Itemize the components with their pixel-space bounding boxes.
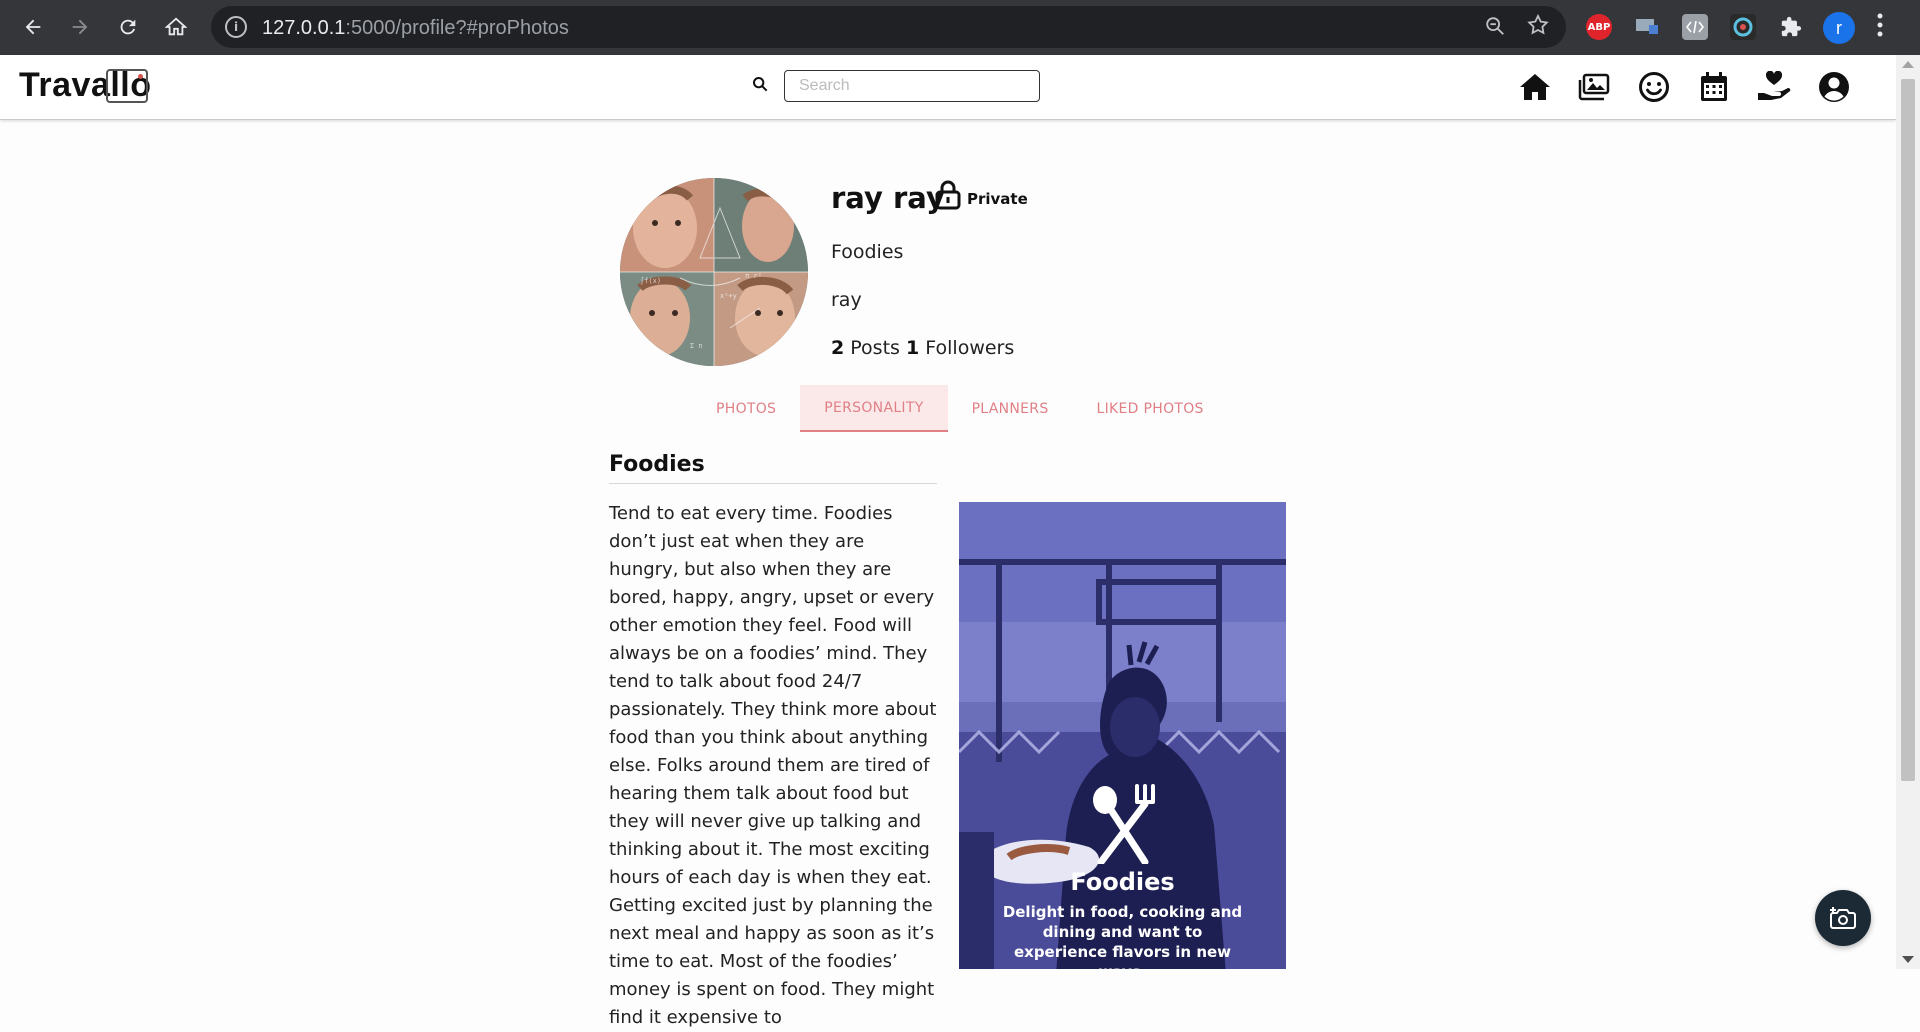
- fork-spoon-icon: [1093, 784, 1155, 864]
- url-text[interactable]: 127.0.0.1:5000/profile?#proPhotos: [262, 17, 569, 40]
- tab-liked-photos[interactable]: LIKED PHOTOS: [1073, 385, 1228, 432]
- privacy-indicator: Private: [935, 180, 1028, 210]
- browser-home-icon: [165, 17, 187, 36]
- site-info-icon[interactable]: i: [225, 16, 247, 38]
- extensions-puzzle-icon[interactable]: [1778, 14, 1804, 40]
- bookmark-star-icon[interactable]: [1526, 13, 1550, 43]
- tab-photos[interactable]: PHOTOS: [692, 385, 800, 432]
- scroll-down-icon[interactable]: [1902, 956, 1914, 963]
- color-extension-icon[interactable]: [1730, 14, 1756, 40]
- scroll-up-icon[interactable]: [1902, 61, 1914, 68]
- svg-text:Σ n: Σ n: [690, 342, 703, 350]
- profile-personality: Foodies: [831, 241, 904, 263]
- logo-camera-icon: [106, 69, 148, 103]
- zoom-icon[interactable]: [1484, 15, 1506, 43]
- personality-card-image: Foodies Delight in food, cooking and din…: [959, 502, 1286, 969]
- forward-arrow-icon: [72, 19, 88, 35]
- page-scrollbar[interactable]: [1896, 55, 1920, 969]
- browser-toolbar: i 127.0.0.1:5000/profile?#proPhotos ABP …: [0, 0, 1920, 55]
- profile-username: ray ray: [831, 181, 945, 215]
- screen-extension-icon[interactable]: [1634, 14, 1660, 40]
- personality-title: Foodies: [609, 452, 937, 484]
- home-icon[interactable]: [1518, 70, 1552, 104]
- personality-icon[interactable]: [1637, 70, 1671, 104]
- svg-text:∫f(x): ∫f(x): [640, 276, 661, 285]
- adblock-extension-icon[interactable]: ABP: [1586, 14, 1612, 40]
- browser-menu-icon[interactable]: [1876, 12, 1884, 44]
- svg-text:π r²: π r²: [745, 272, 762, 280]
- profile-bio: ray: [831, 289, 862, 311]
- calendar-icon[interactable]: [1697, 70, 1731, 104]
- tab-planners[interactable]: PLANNERS: [948, 385, 1073, 432]
- privacy-label: Private: [967, 190, 1028, 208]
- back-button[interactable]: [18, 12, 48, 42]
- back-arrow-icon: [25, 19, 41, 35]
- profile-stats: 2 Posts 1 Followers: [831, 337, 1014, 359]
- browser-profile-avatar[interactable]: r: [1823, 12, 1855, 44]
- card-tagline: Delight in food, cooking and dining and …: [1002, 903, 1243, 969]
- account-icon[interactable]: [1817, 70, 1851, 104]
- tab-personality[interactable]: PERSONALITY: [800, 385, 948, 432]
- camera-plus-icon: [1830, 907, 1856, 929]
- followers-count[interactable]: 1: [906, 337, 919, 359]
- donate-hand-icon[interactable]: [1757, 70, 1791, 104]
- personality-description: Tend to eat every time. Foodies don’t ju…: [609, 503, 937, 1028]
- search-input[interactable]: [784, 70, 1040, 102]
- photos-icon[interactable]: [1577, 70, 1611, 104]
- app-header: Travallo: [0, 55, 1896, 120]
- posts-count: 2: [831, 337, 845, 359]
- home-button[interactable]: [161, 12, 191, 42]
- search-icon: [752, 76, 768, 97]
- followers-label[interactable]: Followers: [925, 337, 1014, 359]
- reload-button[interactable]: [113, 12, 143, 42]
- reload-icon: [120, 19, 136, 35]
- lock-icon: [935, 180, 961, 210]
- address-bar[interactable]: i 127.0.0.1:5000/profile?#proPhotos: [211, 6, 1566, 48]
- scrollbar-thumb[interactable]: [1901, 79, 1915, 781]
- forward-button[interactable]: [65, 12, 95, 42]
- profile-tabs: PHOTOS PERSONALITY PLANNERS LIKED PHOTOS: [692, 385, 1228, 432]
- card-title: Foodies: [1070, 868, 1175, 896]
- code-extension-icon[interactable]: [1682, 14, 1708, 40]
- add-photo-button[interactable]: [1815, 890, 1871, 946]
- posts-label: Posts: [850, 337, 900, 359]
- profile-avatar: x²+y ∫f(x) π r² Σ n: [620, 178, 808, 366]
- svg-text:x²+y: x²+y: [720, 292, 737, 300]
